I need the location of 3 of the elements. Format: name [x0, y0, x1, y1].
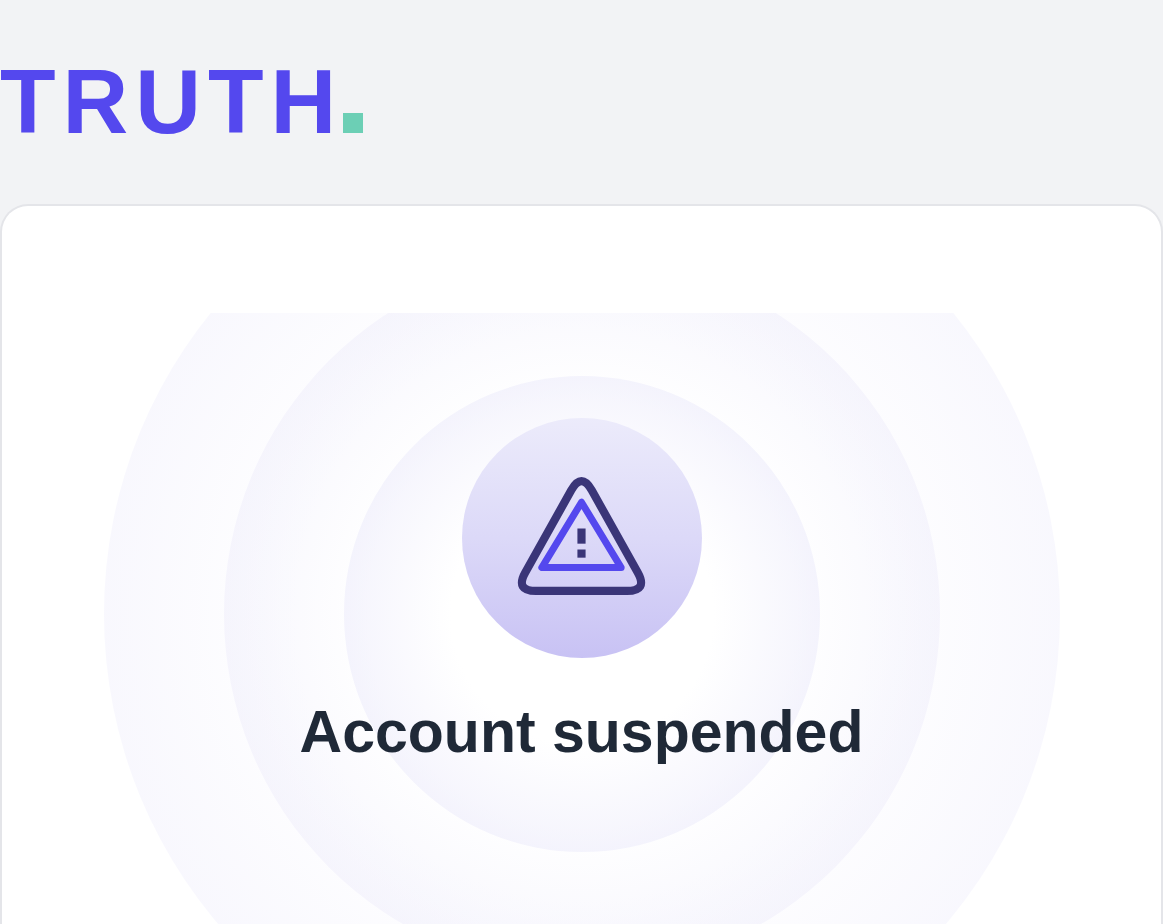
square-icon — [343, 113, 364, 133]
logo-text: TRUTH — [0, 56, 344, 147]
page-title: Account suspended — [299, 698, 864, 767]
